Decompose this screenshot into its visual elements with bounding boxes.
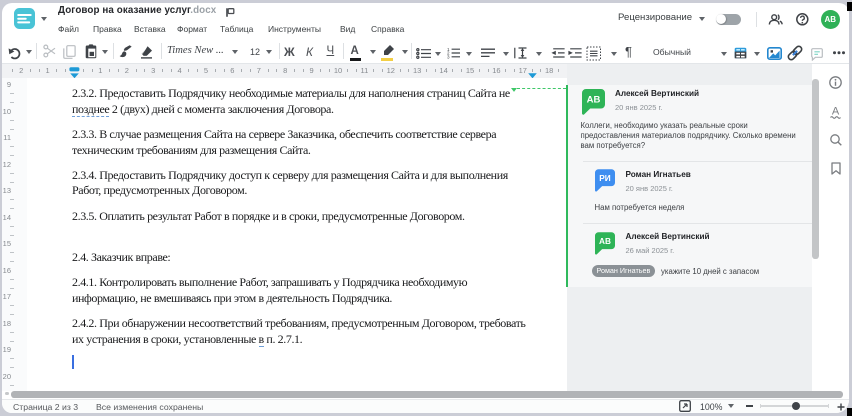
svg-text:РИ: РИ (599, 174, 611, 183)
svg-text:АВ: АВ (599, 237, 611, 246)
svg-text:3: 3 (447, 55, 450, 60)
svg-text:А: А (832, 105, 840, 117)
svg-text:АВ: АВ (587, 95, 601, 106)
